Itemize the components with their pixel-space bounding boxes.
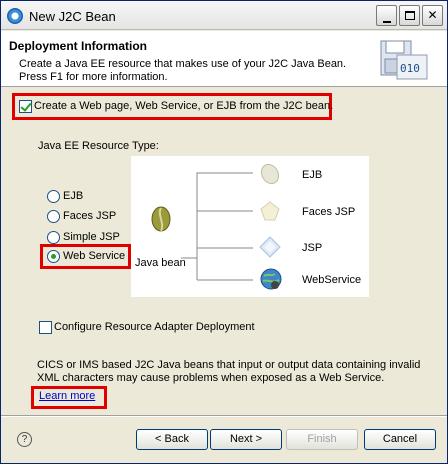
finish-button[interactable]: Finish: [286, 429, 358, 450]
close-button[interactable]: ✕: [422, 5, 443, 26]
ejb-icon: [260, 163, 280, 185]
window-title: New J2C Bean: [29, 9, 116, 24]
wizard-window: New J2C Bean ✕ Deployment Information Cr…: [0, 0, 448, 464]
configure-adapter-checkbox[interactable]: [39, 321, 52, 334]
configure-adapter-label: Configure Resource Adapter Deployment: [54, 321, 255, 333]
title-bar[interactable]: New J2C Bean ✕: [1, 1, 447, 30]
ejb-label: EJB: [302, 169, 323, 181]
page-description: Create a Java EE resource that makes use…: [19, 58, 347, 83]
radio-simple-jsp-label: Simple JSP: [63, 231, 120, 243]
jsp-icon: [259, 236, 281, 258]
footer-separator: [1, 415, 447, 417]
web-service-icon: [260, 268, 282, 290]
radio-faces-jsp-label: Faces JSP: [63, 210, 117, 222]
next-button[interactable]: Next >: [210, 429, 282, 450]
warning-text: CICS or IMS based J2C Java beans that in…: [37, 359, 421, 384]
maximize-icon: [404, 11, 415, 20]
wizard-banner-icon: 010: [380, 40, 428, 80]
jsp-label: JSP: [302, 242, 323, 254]
wizard-header: Deployment Information Create a Java EE …: [1, 31, 447, 87]
radio-web-service[interactable]: [47, 250, 60, 263]
create-resource-label: Create a Web page, Web Service, or EJB f…: [34, 100, 334, 112]
faces-jsp-label: Faces JSP: [302, 206, 356, 218]
learn-more-link[interactable]: Learn more: [39, 390, 95, 402]
close-icon: ✕: [427, 8, 438, 22]
java-bean-icon: [151, 206, 171, 232]
svg-text:010: 010: [400, 62, 420, 75]
minimize-button[interactable]: [376, 5, 397, 26]
back-button[interactable]: < Back: [136, 429, 208, 450]
cancel-button[interactable]: Cancel: [364, 429, 436, 450]
faces-jsp-icon: [260, 201, 280, 221]
page-title: Deployment Information: [9, 39, 148, 53]
help-icon[interactable]: ?: [17, 432, 32, 447]
java-bean-label: Java bean: [135, 257, 186, 269]
resource-type-label: Java EE Resource Type:: [38, 140, 159, 152]
radio-ejb[interactable]: [47, 190, 60, 203]
maximize-button[interactable]: [399, 5, 420, 26]
radio-faces-jsp[interactable]: [47, 210, 60, 223]
resource-diagram: Java bean EJB Faces JSP JSP WebService: [131, 156, 369, 297]
create-resource-checkbox[interactable]: [19, 100, 32, 113]
radio-web-service-label: Web Service: [63, 250, 126, 262]
radio-simple-jsp[interactable]: [47, 231, 60, 244]
web-service-label: WebService: [302, 274, 362, 286]
minimize-icon: [382, 21, 391, 23]
radio-ejb-label: EJB: [63, 190, 84, 202]
app-icon: [7, 8, 23, 24]
